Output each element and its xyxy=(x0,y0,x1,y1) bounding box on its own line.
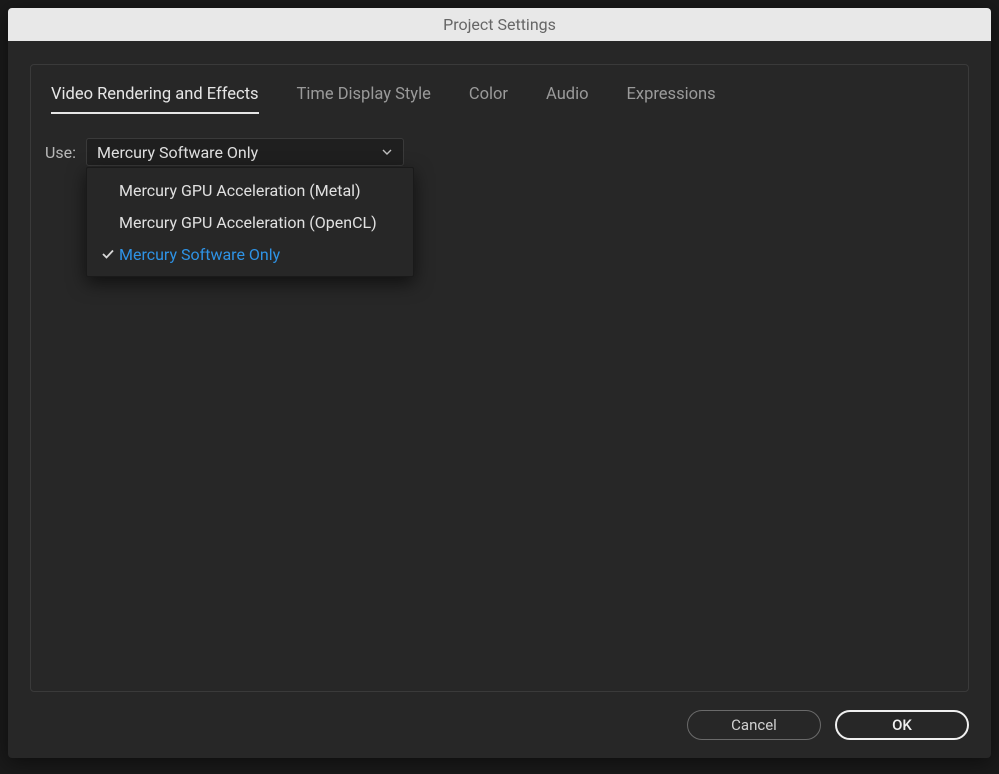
dialog-title: Project Settings xyxy=(443,15,556,34)
menu-item-label: Mercury Software Only xyxy=(119,245,403,264)
chevron-down-icon xyxy=(381,143,393,162)
titlebar: Project Settings xyxy=(8,8,991,41)
check-icon xyxy=(97,247,119,261)
use-label: Use: xyxy=(45,143,76,162)
menu-item-label: Mercury GPU Acceleration (Metal) xyxy=(119,181,403,200)
tab-time-display[interactable]: Time Display Style xyxy=(297,85,431,114)
tab-bar: Video Rendering and Effects Time Display… xyxy=(31,65,968,114)
tab-audio[interactable]: Audio xyxy=(546,85,589,114)
menu-item-metal[interactable]: Mercury GPU Acceleration (Metal) xyxy=(87,174,413,206)
ok-button[interactable]: OK xyxy=(835,710,969,740)
project-settings-dialog: Project Settings Video Rendering and Eff… xyxy=(8,8,991,758)
menu-item-label: Mercury GPU Acceleration (OpenCL) xyxy=(119,213,403,232)
dialog-footer: Cancel OK xyxy=(8,710,991,758)
renderer-select[interactable]: Mercury Software Only Mercury GPU Accele… xyxy=(86,138,404,166)
renderer-dropdown: Mercury GPU Acceleration (Metal) Mercury… xyxy=(86,167,414,277)
select-value: Mercury Software Only xyxy=(97,143,381,162)
tab-color[interactable]: Color xyxy=(469,85,508,114)
menu-item-software[interactable]: Mercury Software Only xyxy=(87,238,413,270)
tab-video-rendering[interactable]: Video Rendering and Effects xyxy=(51,85,259,114)
tab-body: Use: Mercury Software Only Mercury GPU A… xyxy=(31,114,968,190)
use-row: Use: Mercury Software Only Mercury GPU A… xyxy=(45,138,954,166)
tab-expressions[interactable]: Expressions xyxy=(627,85,716,114)
menu-item-opencl[interactable]: Mercury GPU Acceleration (OpenCL) xyxy=(87,206,413,238)
cancel-button[interactable]: Cancel xyxy=(687,710,821,740)
content-panel: Video Rendering and Effects Time Display… xyxy=(30,64,969,692)
